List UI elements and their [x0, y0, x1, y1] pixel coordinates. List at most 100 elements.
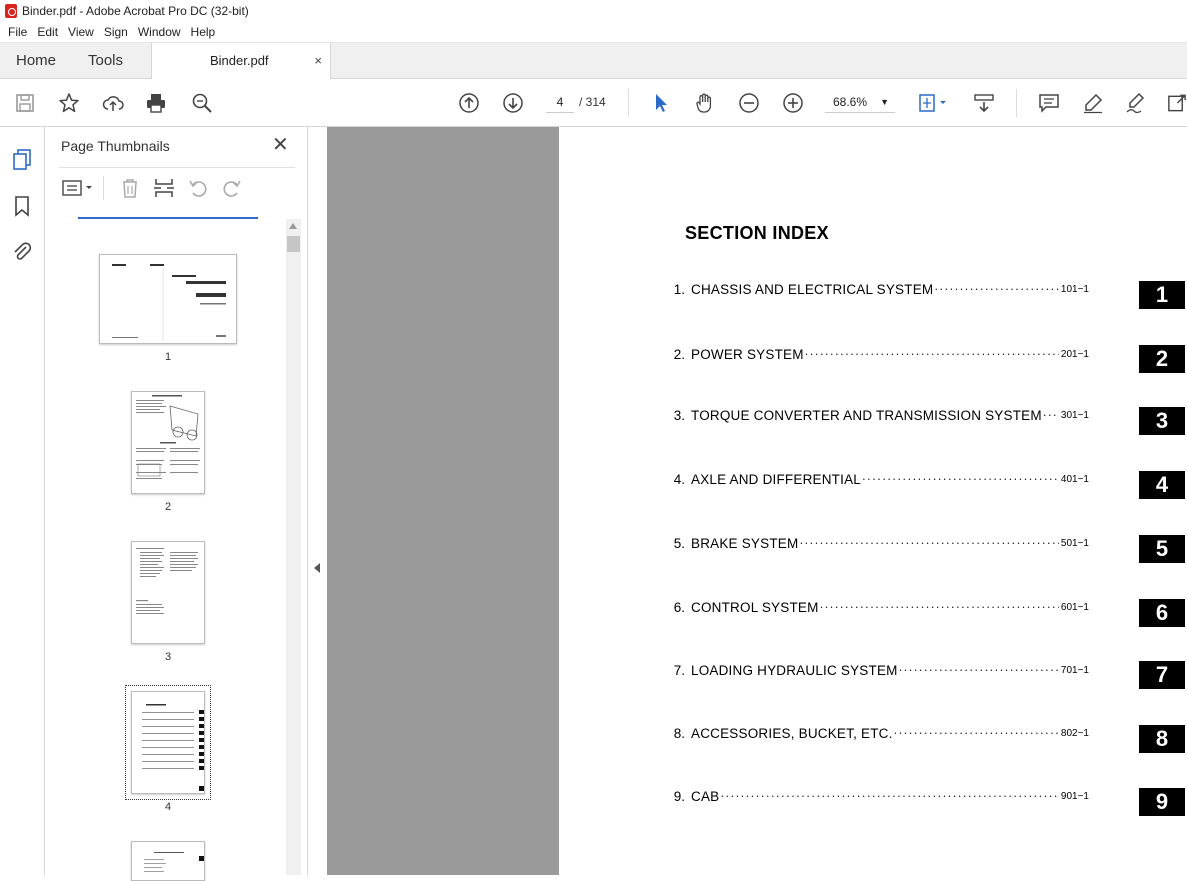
page-thumbnail-5[interactable]: [131, 841, 205, 881]
panel-toolbar: [59, 167, 295, 207]
index-entry[interactable]: 4. AXLE AND DIFFERENTIAL 401−1: [659, 469, 1089, 489]
insert-page-icon[interactable]: [153, 177, 175, 199]
tab-tools[interactable]: Tools: [88, 43, 123, 79]
entry-number: 6.: [673, 599, 685, 615]
menu-view[interactable]: View: [68, 25, 94, 39]
index-entry[interactable]: 8. ACCESSORIES, BUCKET, ETC. 802−1: [659, 723, 1089, 743]
tab-document[interactable]: Binder.pdf ×: [151, 43, 331, 80]
leader-dots: [895, 726, 1059, 740]
zoom-level-select[interactable]: 68.6% ▼: [825, 91, 895, 113]
zoom-out-icon[interactable]: [737, 91, 761, 115]
cloud-upload-icon[interactable]: [101, 91, 125, 115]
entry-number: 3.: [673, 407, 685, 423]
pdf-page: SECTION INDEX 1. CHASSIS AND ELECTRICAL …: [559, 127, 1187, 875]
save-icon[interactable]: [13, 91, 37, 115]
rotate-left-icon[interactable]: [187, 177, 209, 199]
entry-page: 901−1: [1060, 790, 1089, 802]
comment-icon[interactable]: [1037, 91, 1061, 115]
entry-number: 2.: [673, 346, 685, 362]
thumbnail-label: 3: [164, 651, 172, 663]
page-thumbnail-3[interactable]: [131, 541, 205, 644]
toolbar: 4 / 314 68.6% ▼: [0, 79, 1187, 127]
document-view[interactable]: SECTION INDEX 1. CHASSIS AND ELECTRICAL …: [327, 127, 1187, 875]
page-thumbnail-1[interactable]: [99, 254, 237, 344]
entry-label: CHASSIS AND ELECTRICAL SYSTEM: [691, 281, 934, 297]
leader-dots: [900, 663, 1059, 677]
entry-label: CAB: [691, 788, 720, 804]
left-navigation-rail: [0, 127, 45, 875]
entry-page: 401−1: [1060, 473, 1089, 485]
thumbnail-label: 1: [164, 351, 172, 363]
entry-label: LOADING HYDRAULIC SYSTEM: [691, 662, 898, 678]
section-tab-marker: 8: [1139, 725, 1185, 753]
chevron-down-icon: ▼: [880, 97, 889, 107]
close-tab-icon[interactable]: ×: [314, 43, 322, 79]
menu-help[interactable]: Help: [191, 25, 216, 39]
highlight-icon[interactable]: [1081, 91, 1105, 115]
thumbnail-label: 4: [164, 801, 172, 813]
fit-page-icon[interactable]: [916, 91, 952, 115]
close-panel-icon[interactable]: ✕: [272, 135, 289, 155]
entry-number: 8.: [673, 725, 685, 741]
section-tab-marker: 7: [1139, 661, 1185, 689]
menu-file[interactable]: File: [8, 25, 27, 39]
entry-page: 501−1: [1060, 537, 1089, 549]
menu-edit[interactable]: Edit: [37, 25, 58, 39]
index-entry[interactable]: 6. CONTROL SYSTEM 601−1: [659, 597, 1089, 617]
scroll-up-arrow-icon[interactable]: [289, 223, 297, 229]
section-tab-marker: 4: [1139, 471, 1185, 499]
leader-dots: [721, 789, 1059, 803]
section-tab-marker: 2: [1139, 345, 1185, 373]
tab-bar: Home Tools Binder.pdf ×: [0, 43, 1187, 80]
entry-label: ACCESSORIES, BUCKET, ETC.: [691, 725, 893, 741]
bookmark-icon[interactable]: [10, 194, 34, 218]
entry-page: 101−1: [1060, 283, 1089, 295]
panel-tab-indicator: [78, 217, 258, 219]
panel-toolbar-divider: [103, 176, 104, 200]
index-entry[interactable]: 7. LOADING HYDRAULIC SYSTEM 701−1: [659, 660, 1089, 680]
section-tab-marker: 6: [1139, 599, 1185, 627]
scroll-mode-icon[interactable]: [972, 91, 996, 115]
toolbar-divider: [1016, 89, 1017, 117]
thumbnail-options-icon[interactable]: [61, 178, 97, 198]
index-entry[interactable]: 5. BRAKE SYSTEM 501−1: [659, 533, 1089, 553]
delete-page-icon[interactable]: [119, 177, 141, 199]
page-number-input[interactable]: 4: [546, 91, 574, 113]
page-thumbnail-2[interactable]: [131, 391, 205, 494]
collapse-arrow-icon[interactable]: [314, 563, 320, 573]
entry-number: 9.: [673, 788, 685, 804]
page-thumbnail-4[interactable]: [131, 691, 205, 794]
entry-label: AXLE AND DIFFERENTIAL: [691, 471, 861, 487]
leader-dots: [863, 472, 1059, 486]
tab-home[interactable]: Home: [16, 43, 56, 79]
search-zoom-icon[interactable]: [190, 91, 214, 115]
zoom-in-icon[interactable]: [781, 91, 805, 115]
thumbnail-scrollbar[interactable]: [286, 219, 301, 875]
hand-icon[interactable]: [693, 91, 717, 115]
scroll-thumb[interactable]: [287, 236, 300, 252]
print-icon[interactable]: [144, 91, 168, 115]
index-entry[interactable]: 9. CAB 901−1: [659, 786, 1089, 806]
select-arrow-icon[interactable]: [649, 91, 673, 115]
menu-window[interactable]: Window: [138, 25, 181, 39]
attachment-icon[interactable]: [10, 240, 34, 264]
star-icon[interactable]: [57, 91, 81, 115]
toolbar-divider: [628, 89, 629, 117]
entry-number: 5.: [673, 535, 685, 551]
index-entry[interactable]: 1. CHASSIS AND ELECTRICAL SYSTEM 101−1: [659, 279, 1089, 299]
index-entry[interactable]: 2. POWER SYSTEM 201−1: [659, 344, 1089, 364]
leader-dots: [806, 347, 1059, 361]
prev-page-icon[interactable]: [457, 91, 481, 115]
index-entry[interactable]: 3. TORQUE CONVERTER AND TRANSMISSION SYS…: [659, 405, 1089, 425]
next-page-icon[interactable]: [501, 91, 525, 115]
leader-dots: [1044, 408, 1059, 422]
menu-sign[interactable]: Sign: [104, 25, 128, 39]
sign-icon[interactable]: [1124, 91, 1148, 115]
share-icon[interactable]: [1166, 91, 1187, 115]
zoom-level-value: 68.6%: [833, 95, 868, 109]
entry-number: 1.: [673, 281, 685, 297]
rotate-right-icon[interactable]: [221, 177, 243, 199]
entry-page: 701−1: [1060, 664, 1089, 676]
panel-collapse-handle[interactable]: [309, 127, 327, 875]
page-thumbnails-icon[interactable]: [10, 147, 34, 171]
